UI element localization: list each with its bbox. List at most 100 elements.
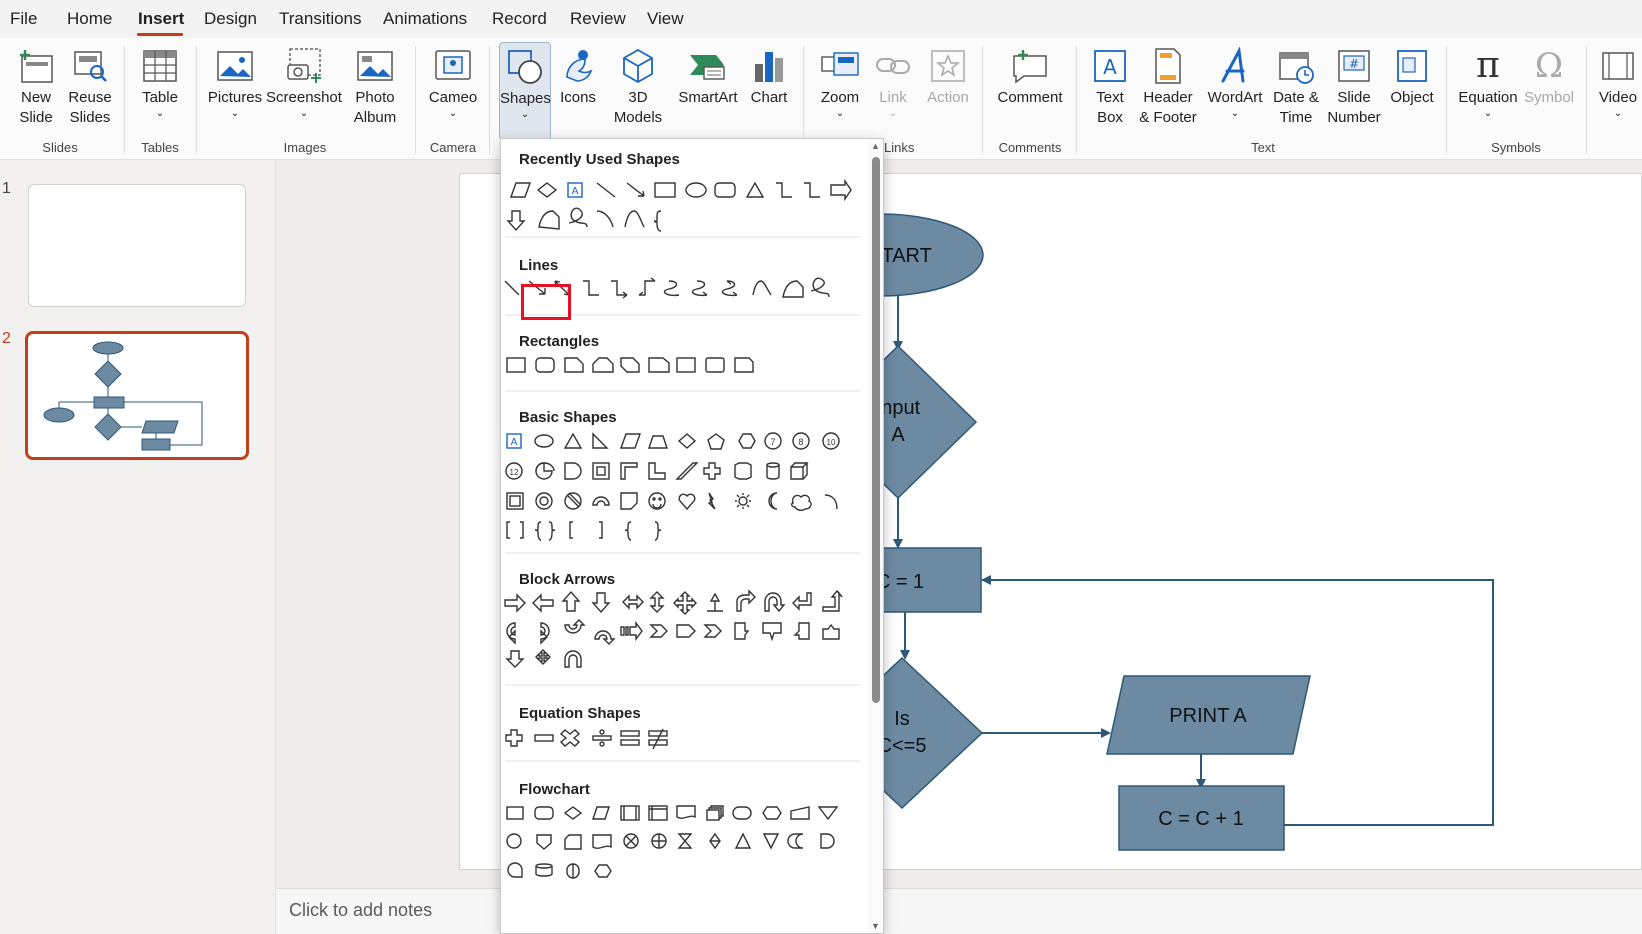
arrow-shape bbox=[626, 182, 645, 197]
group-text-label: Text bbox=[1251, 140, 1275, 155]
equation-button[interactable]: π Equation ⌄ bbox=[1456, 44, 1520, 120]
group-comments-label: Comments bbox=[998, 140, 1062, 155]
slide-number-1: 1 bbox=[2, 180, 11, 197]
curve-shape bbox=[624, 210, 645, 228]
menu-insert[interactable]: Insert bbox=[138, 9, 184, 29]
pictures-icon bbox=[206, 44, 264, 88]
screenshot-icon bbox=[266, 44, 342, 88]
shapes-button[interactable]: Shapes ⌄ bbox=[499, 42, 551, 140]
recent-shapes-row-2 bbox=[506, 207, 662, 232]
3d-models-button[interactable]: 3D Models bbox=[605, 44, 671, 128]
slide-number-button[interactable]: # Slide Number bbox=[1326, 44, 1382, 128]
diamond-shape bbox=[536, 182, 558, 198]
reuse-slides-icon bbox=[66, 44, 114, 88]
header-footer-button[interactable]: Header & Footer bbox=[1136, 44, 1200, 128]
shapes-gallery-dropdown: Recently Used Shapes A A 7 8 10 12 Lines… bbox=[500, 138, 884, 934]
comment-button[interactable]: Comment bbox=[994, 44, 1066, 108]
menu-transitions[interactable]: Transitions bbox=[279, 9, 362, 29]
menu-review[interactable]: Review bbox=[570, 9, 626, 29]
parallelogram-shape bbox=[510, 182, 531, 198]
notes-pane[interactable]: Click to add notes bbox=[277, 888, 1642, 934]
table-icon bbox=[134, 44, 186, 88]
link-icon bbox=[868, 44, 918, 88]
calendar-clock-icon bbox=[1268, 44, 1324, 88]
svg-text:7: 7 bbox=[770, 437, 775, 447]
svg-text:A: A bbox=[572, 186, 579, 197]
chart-icon bbox=[743, 44, 795, 88]
wordart-icon bbox=[1204, 44, 1266, 88]
equation-shapes-row bbox=[505, 728, 668, 750]
reuse-slides-button[interactable]: Reuse Slides bbox=[66, 44, 114, 128]
screenshot-button[interactable]: Screenshot ⌄ bbox=[266, 44, 342, 120]
photo-album-button[interactable]: Photo Album bbox=[344, 44, 406, 128]
icons-icon bbox=[553, 44, 603, 88]
active-tab-underline bbox=[137, 33, 183, 36]
zoom-icon bbox=[812, 44, 868, 88]
slide-thumbnail-2[interactable] bbox=[25, 331, 249, 460]
recent-shapes-row-1: A bbox=[510, 178, 852, 202]
zoom-button[interactable]: Zoom ⌄ bbox=[812, 44, 868, 120]
elbow-arrow-shape bbox=[804, 182, 820, 198]
menu-animations[interactable]: Animations bbox=[383, 9, 467, 29]
table-button[interactable]: Table ⌄ bbox=[134, 44, 186, 120]
smartart-button[interactable]: SmartArt bbox=[675, 44, 741, 108]
slide-number-2: 2 bbox=[2, 330, 11, 347]
cameo-button[interactable]: Cameo ⌄ bbox=[424, 44, 482, 120]
svg-text:8: 8 bbox=[798, 437, 803, 447]
svg-text:A: A bbox=[1103, 55, 1117, 79]
scroll-up-icon[interactable]: ▲ bbox=[871, 141, 880, 151]
flow-print-label: PRINT A bbox=[1169, 705, 1247, 727]
block-arrows-grid bbox=[504, 589, 843, 668]
object-icon bbox=[1384, 44, 1440, 88]
object-button[interactable]: Object bbox=[1384, 44, 1440, 108]
flow-increment-label: C = C + 1 bbox=[1158, 808, 1244, 830]
text-box-icon: A bbox=[1086, 44, 1134, 88]
scrollbar-thumb[interactable] bbox=[872, 157, 880, 703]
gallery-scrollbar[interactable]: ▲ ▼ bbox=[867, 139, 883, 933]
svg-text:#: # bbox=[1349, 57, 1359, 71]
icons-button[interactable]: Icons bbox=[553, 44, 603, 108]
scroll-down-icon[interactable]: ▼ bbox=[871, 921, 880, 931]
freeform-line-shape bbox=[782, 280, 804, 298]
flow-input-label-2: A bbox=[891, 424, 905, 446]
rounded-rectangle-shape bbox=[714, 182, 736, 198]
menu-home[interactable]: Home bbox=[67, 9, 112, 29]
elbow-arrow-line-shape bbox=[611, 280, 628, 299]
new-slide-button[interactable]: New Slide bbox=[6, 44, 66, 128]
slide-thumbnail-1[interactable] bbox=[28, 184, 246, 307]
right-arrow-shape bbox=[830, 178, 852, 202]
action-button[interactable]: Action bbox=[922, 44, 974, 108]
basic-shapes-grid: A 7 8 10 12 bbox=[505, 432, 840, 541]
selected-arrow-shape-highlight[interactable] bbox=[521, 284, 571, 320]
group-camera-label: Camera bbox=[429, 140, 477, 155]
curve-line-shape bbox=[752, 280, 772, 296]
flowchart-shapes-grid bbox=[506, 805, 839, 879]
menu-record[interactable]: Record bbox=[492, 9, 547, 29]
menu-file[interactable]: File bbox=[10, 9, 37, 29]
symbol-button[interactable]: Ω Symbol bbox=[1522, 44, 1576, 108]
curved-connector-shape bbox=[663, 280, 680, 297]
date-time-button[interactable]: Date & Time bbox=[1268, 44, 1324, 128]
pictures-button[interactable]: Pictures ⌄ bbox=[206, 44, 264, 120]
line-shape bbox=[596, 182, 616, 198]
comment-icon bbox=[994, 44, 1066, 88]
menu-design[interactable]: Design bbox=[204, 9, 257, 29]
photo-album-icon bbox=[344, 44, 406, 88]
link-button[interactable]: Link ⌄ bbox=[868, 44, 918, 120]
arc-shape bbox=[596, 210, 614, 228]
triangle-shape bbox=[745, 181, 765, 198]
video-button[interactable]: Video ⌄ bbox=[1594, 44, 1642, 120]
star-action-icon bbox=[922, 44, 974, 88]
thumbnail-flowchart bbox=[43, 341, 203, 451]
chart-button[interactable]: Chart bbox=[743, 44, 795, 108]
group-images-label: Images bbox=[283, 140, 327, 155]
text-box-button[interactable]: A Text Box bbox=[1086, 44, 1134, 128]
wordart-button[interactable]: WordArt ⌄ bbox=[1204, 44, 1266, 120]
freeform-shape bbox=[538, 210, 560, 230]
scribble-line-shape bbox=[810, 277, 830, 298]
notes-placeholder: Click to add notes bbox=[289, 900, 433, 920]
elbow-double-arrow-line-shape bbox=[638, 277, 656, 296]
menu-view[interactable]: View bbox=[647, 9, 684, 29]
curved-arrow-connector-shape bbox=[691, 280, 708, 297]
pi-icon: π bbox=[1476, 45, 1500, 86]
